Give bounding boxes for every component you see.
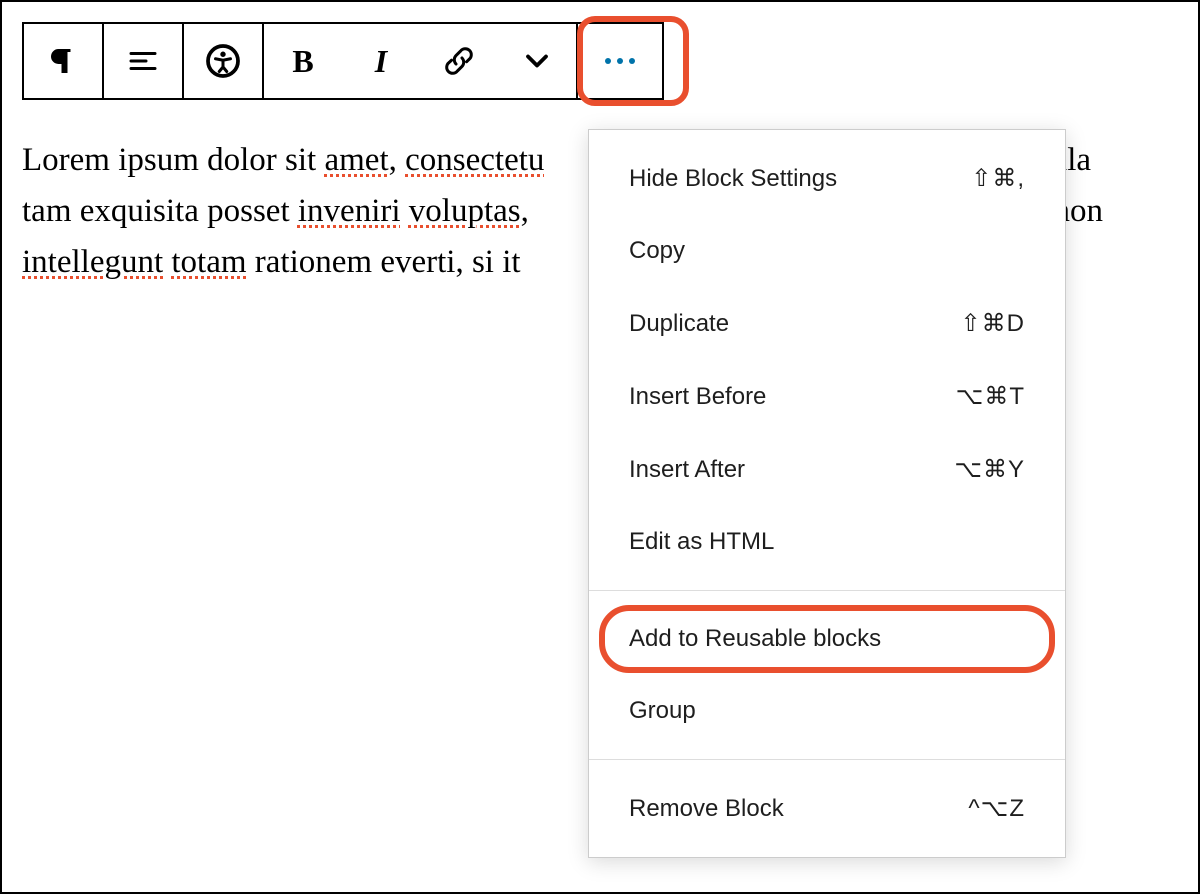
italic-button[interactable]: I xyxy=(342,24,420,98)
chevron-down-icon xyxy=(519,43,555,79)
menu-item-label: Remove Block xyxy=(629,795,784,823)
spelling-error: consectetu xyxy=(405,142,544,178)
menu-add-to-reusable-blocks[interactable]: Add to Reusable blocks xyxy=(589,603,1065,675)
menu-item-label: Add to Reusable blocks xyxy=(629,625,881,653)
menu-hide-block-settings[interactable]: Hide Block Settings ⇧⌘, xyxy=(589,142,1065,215)
menu-item-shortcut: ^⌥Z xyxy=(968,794,1025,823)
align-left-icon xyxy=(125,43,161,79)
text-fragment: tam exquisita posset xyxy=(22,193,298,229)
menu-item-label: Copy xyxy=(629,237,685,265)
spelling-error: intellegunt xyxy=(22,244,163,280)
text-fragment: Lorem ipsum dolor sit xyxy=(22,142,324,178)
menu-item-label: Insert Before xyxy=(629,383,766,411)
menu-item-shortcut: ⌥⌘Y xyxy=(954,455,1025,484)
more-dots-icon xyxy=(605,58,635,64)
link-icon xyxy=(441,43,477,79)
paragraph-icon xyxy=(45,43,81,79)
text-fragment: rationem everti, si it xyxy=(247,244,521,280)
text-fragment: , xyxy=(389,142,406,178)
menu-edit-as-html[interactable]: Edit as HTML xyxy=(589,506,1065,578)
menu-copy[interactable]: Copy xyxy=(589,215,1065,287)
more-formatting-button[interactable] xyxy=(498,24,576,98)
accessibility-button[interactable] xyxy=(184,24,262,98)
menu-item-shortcut: ⌥⌘T xyxy=(956,382,1025,411)
menu-item-label: Insert After xyxy=(629,456,745,484)
menu-group[interactable]: Group xyxy=(589,675,1065,747)
menu-item-shortcut: ⇧⌘D xyxy=(961,309,1025,338)
text-fragment xyxy=(401,193,409,229)
spelling-error: voluptas xyxy=(409,193,521,229)
menu-item-label: Edit as HTML xyxy=(629,528,774,556)
menu-item-label: Group xyxy=(629,697,696,725)
menu-item-label: Duplicate xyxy=(629,310,729,338)
block-toolbar: B I xyxy=(22,22,664,100)
accessibility-icon xyxy=(205,43,241,79)
align-button[interactable] xyxy=(104,24,182,98)
spelling-error: totam xyxy=(171,244,246,280)
menu-insert-before[interactable]: Insert Before ⌥⌘T xyxy=(589,360,1065,433)
menu-duplicate[interactable]: Duplicate ⇧⌘D xyxy=(589,287,1065,360)
spelling-error: amet xyxy=(324,142,388,178)
block-options-dropdown: Hide Block Settings ⇧⌘, Copy Duplicate ⇧… xyxy=(588,129,1066,858)
menu-remove-block[interactable]: Remove Block ^⌥Z xyxy=(589,772,1065,845)
spelling-error: inveniri xyxy=(298,193,401,229)
more-options-button[interactable] xyxy=(578,24,662,98)
paragraph-block-button[interactable] xyxy=(24,24,102,98)
link-button[interactable] xyxy=(420,24,498,98)
menu-item-label: Hide Block Settings xyxy=(629,165,837,193)
text-fragment: , xyxy=(521,193,529,229)
menu-insert-after[interactable]: Insert After ⌥⌘Y xyxy=(589,433,1065,506)
menu-item-shortcut: ⇧⌘, xyxy=(971,164,1025,193)
bold-button[interactable]: B xyxy=(264,24,342,98)
